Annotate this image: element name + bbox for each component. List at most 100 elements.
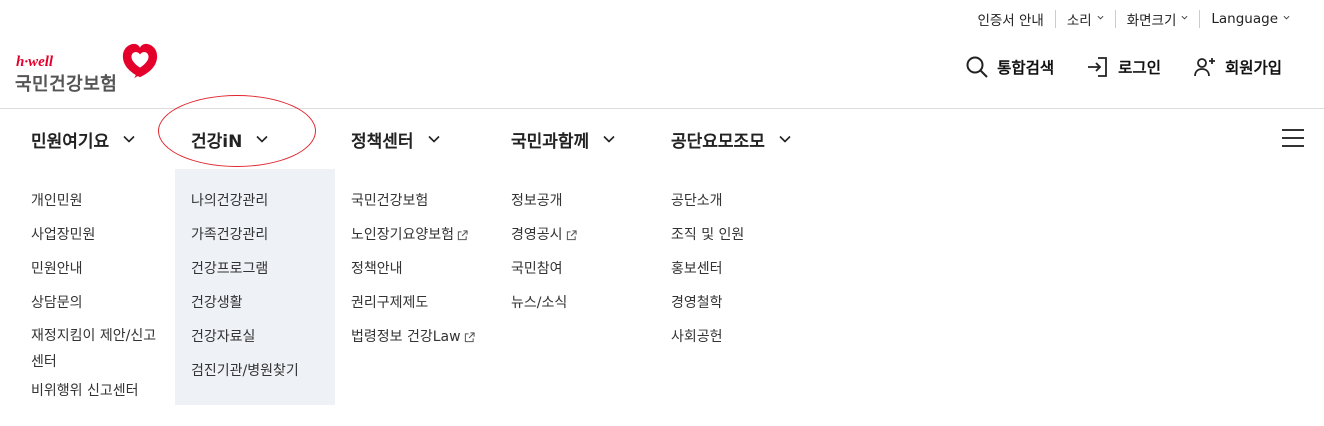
login-label: 로그인 bbox=[1118, 59, 1161, 77]
submenu-item[interactable]: 노인장기요양보험 bbox=[351, 224, 475, 258]
nav-item-policy-center[interactable]: 정책센터 bbox=[351, 109, 440, 169]
submenu-label: 경영철학 bbox=[671, 295, 723, 311]
submenu-label: 정책안내 bbox=[351, 261, 403, 277]
nav-item-corporation[interactable]: 공단요모조모 bbox=[671, 109, 791, 169]
search-button[interactable]: 통합검색 bbox=[965, 55, 1054, 79]
certificate-guide-label: 인증서 안내 bbox=[977, 13, 1044, 29]
chevron-down-icon bbox=[1181, 15, 1188, 20]
submenu-item[interactable]: 정보공개 bbox=[511, 190, 577, 224]
submenu-item[interactable]: 국민건강보험 bbox=[351, 190, 475, 224]
chevron-down-icon bbox=[1283, 15, 1290, 20]
submenu-item[interactable]: 공단소개 bbox=[671, 190, 744, 224]
submenu-label: 국민건강보험 bbox=[351, 193, 429, 209]
header-actions: 통합검색 로그인 회원가입 bbox=[933, 55, 1282, 79]
submenu-item[interactable]: 재정지킴이 제안/신고센터 bbox=[31, 323, 166, 375]
submenu-item[interactable]: 조직 및 인원 bbox=[671, 224, 744, 258]
nav-item-minwon[interactable]: 민원여기요 bbox=[31, 109, 135, 169]
nav-label: 국민과함께 bbox=[511, 131, 590, 152]
submenu-label: 건강자료실 bbox=[191, 329, 256, 345]
submenu-item[interactable]: 권리구제제도 bbox=[351, 292, 475, 326]
nav-item-with-people[interactable]: 국민과함께 bbox=[511, 109, 615, 169]
submenu-item[interactable]: 상담문의 bbox=[31, 292, 166, 326]
submenu-label: 민원안내 bbox=[31, 261, 83, 277]
submenu-label: 경영공시 bbox=[511, 227, 563, 243]
submenu-label: 홍보센터 bbox=[671, 261, 723, 277]
submenu-label: 개인민원 bbox=[31, 193, 83, 209]
submenu-item[interactable]: 국민참여 bbox=[511, 258, 577, 292]
submenu-label: 노인장기요양보험 bbox=[351, 227, 455, 243]
chevron-down-icon bbox=[123, 135, 135, 143]
submenu-corporation: 공단소개 조직 및 인원 홍보센터 경영철학 사회공헌 bbox=[671, 190, 744, 360]
submenu-label: 공단소개 bbox=[671, 193, 723, 209]
submenu-item[interactable]: 건강프로그램 bbox=[191, 258, 299, 292]
logo-brand: h·well bbox=[16, 54, 54, 70]
submenu-minwon: 개인민원 사업장민원 민원안내 상담문의 재정지킴이 제안/신고센터 비위행위 … bbox=[31, 190, 166, 414]
submenu-item[interactable]: 민원안내 bbox=[31, 258, 166, 292]
submenu-policy-center: 국민건강보험 노인장기요양보험 정책안내 권리구제제도 법령정보 건강Law bbox=[351, 190, 475, 360]
chevron-down-icon bbox=[427, 135, 440, 143]
submenu-item[interactable]: 나의건강관리 bbox=[191, 190, 299, 224]
language-label: Language bbox=[1211, 11, 1278, 27]
submenu-item[interactable]: 검진기관/병원찾기 bbox=[191, 360, 299, 394]
user-plus-icon bbox=[1194, 58, 1215, 77]
sound-dropdown[interactable]: 소리 bbox=[1054, 10, 1115, 29]
submenu-label: 뉴스/소식 bbox=[511, 295, 568, 311]
submenu-label: 가족건강관리 bbox=[191, 227, 269, 243]
submenu-item[interactable]: 정책안내 bbox=[351, 258, 475, 292]
submenu-label: 나의건강관리 bbox=[191, 193, 269, 209]
submenu-item[interactable]: 건강생활 bbox=[191, 292, 299, 326]
chevron-down-icon bbox=[1097, 15, 1104, 20]
nav-label: 민원여기요 bbox=[31, 131, 110, 152]
submenu-label: 검진기관/병원찾기 bbox=[191, 363, 299, 379]
submenu-item[interactable]: 가족건강관리 bbox=[191, 224, 299, 258]
heart-logo-icon bbox=[122, 43, 158, 79]
submenu-with-people: 정보공개 경영공시 국민참여 뉴스/소식 bbox=[511, 190, 577, 326]
submenu-label: 국민참여 bbox=[511, 261, 563, 277]
submenu-item[interactable]: 홍보센터 bbox=[671, 258, 744, 292]
logo-name: 국민건강보험 bbox=[15, 74, 118, 95]
language-dropdown[interactable]: Language bbox=[1199, 10, 1290, 28]
submenu-item[interactable]: 경영공시 bbox=[511, 224, 577, 258]
submenu-label: 권리구제제도 bbox=[351, 295, 429, 311]
submenu-item[interactable]: 법령정보 건강Law bbox=[351, 326, 475, 360]
login-button[interactable]: 로그인 bbox=[1086, 55, 1161, 79]
sound-label: 소리 bbox=[1066, 13, 1092, 29]
submenu-item[interactable]: 뉴스/소식 bbox=[511, 292, 577, 326]
submenu-item[interactable]: 비위행위 신고센터 bbox=[31, 380, 166, 414]
submenu-item[interactable]: 건강자료실 bbox=[191, 326, 299, 360]
submenu-label: 재정지킴이 제안/신고센터 bbox=[31, 328, 157, 370]
signup-button[interactable]: 회원가입 bbox=[1193, 55, 1282, 79]
submenu-label: 사회공헌 bbox=[671, 329, 723, 345]
utility-bar: 인증서 안내 소리 화면크기 Language bbox=[966, 10, 1290, 29]
submenu-label: 정보공개 bbox=[511, 193, 563, 209]
hamburger-icon[interactable] bbox=[1282, 129, 1304, 147]
submenu-item[interactable]: 사회공헌 bbox=[671, 326, 744, 360]
signup-label: 회원가입 bbox=[1224, 59, 1282, 77]
submenu-label: 조직 및 인원 bbox=[671, 227, 745, 243]
nav-label: 정책센터 bbox=[351, 131, 414, 152]
submenu-health-in: 나의건강관리 가족건강관리 건강프로그램 건강생활 건강자료실 검진기관/병원찾… bbox=[191, 190, 299, 394]
nav-label: 공단요모조모 bbox=[671, 131, 765, 152]
submenu-label: 상담문의 bbox=[31, 295, 83, 311]
chevron-down-icon bbox=[603, 135, 615, 143]
submenu-label: 법령정보 건강Law bbox=[351, 329, 461, 345]
external-link-icon bbox=[566, 230, 577, 241]
external-link-icon bbox=[464, 332, 475, 343]
chevron-down-icon bbox=[779, 135, 791, 143]
submenu-label: 비위행위 신고센터 bbox=[31, 383, 139, 399]
submenu-label: 건강생활 bbox=[191, 295, 243, 311]
screen-size-label: 화면크기 bbox=[1126, 13, 1177, 29]
site-logo[interactable]: h·well 국민건강보험 bbox=[15, 40, 165, 96]
submenu-item[interactable]: 경영철학 bbox=[671, 292, 744, 326]
screen-size-dropdown[interactable]: 화면크기 bbox=[1114, 10, 1200, 29]
submenu-item[interactable]: 개인민원 bbox=[31, 190, 166, 224]
search-label: 통합검색 bbox=[997, 59, 1055, 77]
search-icon bbox=[966, 56, 988, 78]
login-icon bbox=[1088, 57, 1108, 77]
submenu-item[interactable]: 사업장민원 bbox=[31, 224, 166, 258]
submenu-label: 사업장민원 bbox=[31, 227, 96, 243]
highlight-annotation-circle bbox=[158, 95, 316, 167]
submenu-label: 건강프로그램 bbox=[191, 261, 269, 277]
certificate-guide-link[interactable]: 인증서 안내 bbox=[966, 10, 1054, 29]
external-link-icon bbox=[457, 230, 468, 241]
